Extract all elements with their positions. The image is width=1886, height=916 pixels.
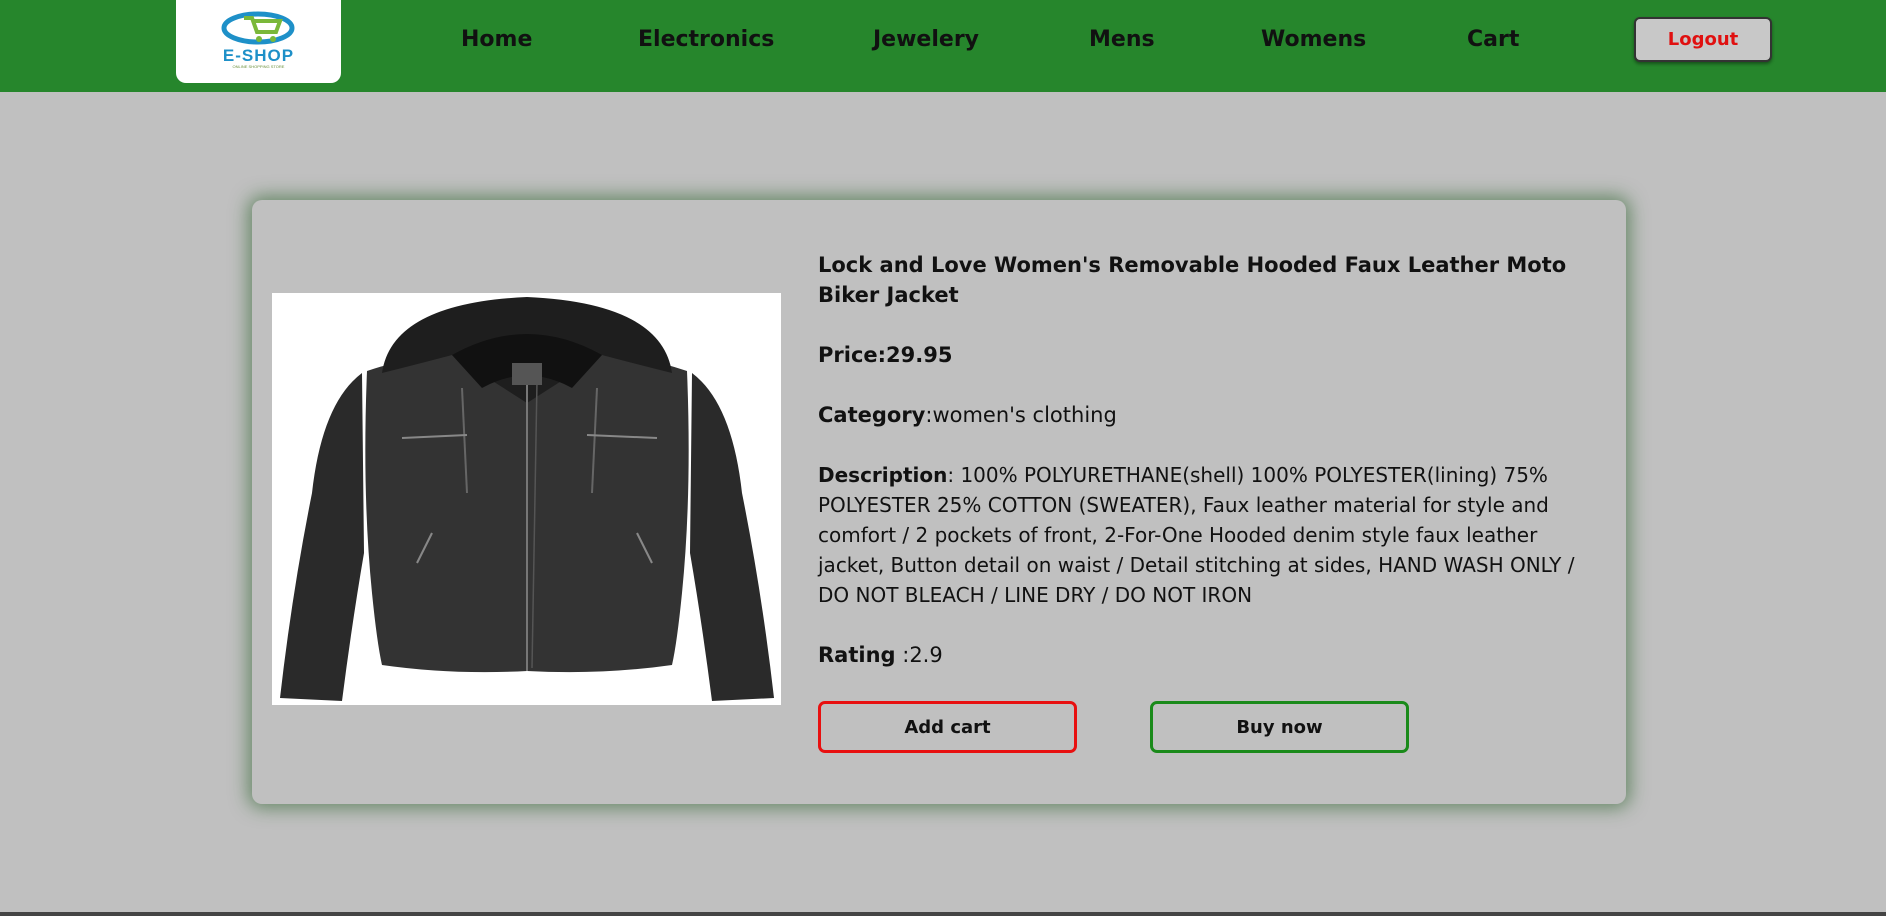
bottom-divider (0, 912, 1886, 916)
nav-cart[interactable]: Cart (1467, 27, 1519, 52)
eshop-logo[interactable]: E-SHOP ONLINE SHOPPING STORE (176, 0, 341, 83)
product-rating: Rating :2.9 (818, 640, 1608, 670)
buy-now-button[interactable]: Buy now (1150, 701, 1409, 753)
product-title: Lock and Love Women's Removable Hooded F… (818, 253, 1567, 307)
logout-button[interactable]: Logout (1634, 17, 1772, 62)
product-description: Description: 100% POLYURETHANE(shell) 10… (818, 460, 1608, 610)
description-label: Description (818, 463, 948, 487)
top-navbar: E-SHOP ONLINE SHOPPING STORE Home Electr… (0, 0, 1886, 92)
product-price: Price:29.95 (818, 340, 1608, 370)
nav-electronics[interactable]: Electronics (638, 27, 774, 52)
nav-mens[interactable]: Mens (1089, 27, 1155, 52)
logo-text: E-SHOP (222, 46, 295, 65)
category-label: Category (818, 403, 926, 427)
rating-value: :2.9 (895, 643, 943, 667)
logo-tagline: ONLINE SHOPPING STORE (232, 64, 285, 69)
product-info: Lock and Love Women's Removable Hooded F… (818, 250, 1608, 670)
add-cart-button[interactable]: Add cart (818, 701, 1077, 753)
jacket-image-icon (272, 293, 781, 705)
product-image (272, 293, 781, 705)
nav-jewelery[interactable]: Jewelery (873, 27, 979, 52)
product-category: Category:women's clothing (818, 400, 1608, 430)
category-value: :women's clothing (925, 403, 1117, 427)
nav-home[interactable]: Home (461, 27, 532, 52)
price-label: Price: (818, 343, 887, 367)
price-value: 29.95 (886, 343, 953, 367)
nav-womens[interactable]: Womens (1261, 27, 1366, 52)
cart-logo-icon (221, 11, 295, 45)
rating-label: Rating (818, 643, 896, 667)
